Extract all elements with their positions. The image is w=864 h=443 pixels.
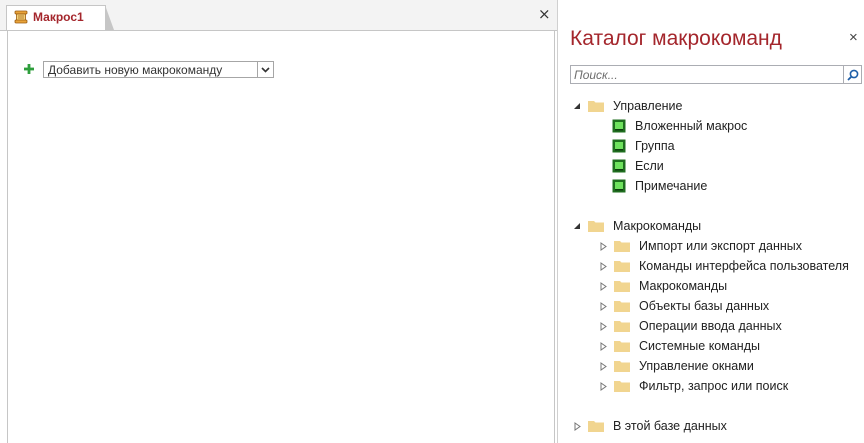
expanded-arrow-icon[interactable] — [570, 222, 584, 230]
folder-icon — [588, 221, 604, 232]
expanded-arrow-icon[interactable] — [570, 102, 584, 110]
close-catalog-icon[interactable]: × — [849, 29, 858, 46]
collapsed-arrow-icon[interactable] — [596, 321, 610, 331]
program-flow-icon — [612, 119, 626, 133]
group-label: Макрокоманды — [613, 219, 702, 233]
folder-label: Объекты базы данных — [639, 299, 770, 313]
document-tab-strip: Макрос1 × — [0, 0, 557, 31]
group-label: Управление — [613, 99, 683, 113]
folder-label: Операции ввода данных — [639, 319, 782, 333]
folder-label: Команды интерфейса пользователя — [639, 259, 849, 273]
tab-macro1[interactable]: Макрос1 — [6, 5, 114, 30]
folder-label: Макрокоманды — [639, 279, 728, 293]
macro-scroll-icon — [14, 10, 28, 24]
macro-design-surface — [7, 30, 555, 443]
tree-item-group[interactable]: Группа — [612, 136, 675, 156]
tree-folder-macro-commands[interactable]: Макрокоманды — [596, 276, 727, 296]
collapsed-arrow-icon[interactable] — [596, 241, 610, 251]
tree-folder-system-commands[interactable]: Системные команды — [596, 336, 760, 356]
tree-folder-import-export[interactable]: Импорт или экспорт данных — [596, 236, 802, 256]
tree-group-control[interactable]: Управление — [570, 96, 683, 116]
tree-item-comment[interactable]: Примечание — [612, 176, 707, 196]
tree-folder-ui-commands[interactable]: Команды интерфейса пользователя — [596, 256, 849, 276]
dropdown-button[interactable] — [257, 62, 273, 77]
folder-icon — [614, 321, 630, 332]
tree-folder-data-entry[interactable]: Операции ввода данных — [596, 316, 782, 336]
item-label: Группа — [635, 139, 675, 153]
folder-label: Фильтр, запрос или поиск — [639, 379, 789, 393]
collapsed-arrow-icon[interactable] — [570, 421, 584, 431]
collapsed-arrow-icon[interactable] — [596, 361, 610, 371]
add-new-action-text: Добавить новую макрокоманду — [48, 63, 223, 77]
collapsed-arrow-icon[interactable] — [596, 261, 610, 271]
folder-icon — [614, 361, 630, 372]
folder-icon — [614, 301, 630, 312]
tree-folder-window-management[interactable]: Управление окнами — [596, 356, 754, 376]
folder-label: Системные команды — [639, 339, 760, 353]
tree-folder-database-objects[interactable]: Объекты базы данных — [596, 296, 769, 316]
tree-item-submacro[interactable]: Вложенный макрос — [612, 116, 747, 136]
action-catalog-pane: Каталог макрокоманд × Поиск... Управлени… — [557, 0, 864, 443]
folder-label: Управление окнами — [639, 359, 754, 373]
program-flow-icon — [612, 159, 626, 173]
add-new-action-combobox[interactable]: Добавить новую макрокоманду — [43, 61, 274, 78]
collapsed-arrow-icon[interactable] — [596, 281, 610, 291]
catalog-title: Каталог макрокоманд — [570, 27, 782, 50]
tree-group-actions[interactable]: Макрокоманды — [570, 216, 701, 236]
folder-label: Импорт или экспорт данных — [639, 239, 803, 253]
chevron-down-icon — [261, 66, 270, 73]
search-button[interactable] — [843, 66, 861, 83]
search-icon — [846, 69, 858, 81]
item-label: Примечание — [635, 179, 708, 193]
macro-editor: Макрос1 × Добавить новую макрокоманду — [0, 0, 557, 443]
item-label: Если — [635, 159, 664, 173]
tree-folder-filter-query-search[interactable]: Фильтр, запрос или поиск — [596, 376, 788, 396]
program-flow-icon — [612, 179, 626, 193]
folder-icon — [614, 261, 630, 272]
folder-icon — [588, 101, 604, 112]
folder-icon — [614, 381, 630, 392]
folder-icon — [614, 341, 630, 352]
folder-icon — [588, 421, 604, 432]
catalog-search-input[interactable]: Поиск... — [570, 65, 862, 84]
group-label: В этой базе данных — [613, 419, 727, 433]
plus-icon — [24, 64, 34, 74]
collapsed-arrow-icon[interactable] — [596, 301, 610, 311]
collapsed-arrow-icon[interactable] — [596, 381, 610, 391]
folder-icon — [614, 241, 630, 252]
tree-group-in-this-database[interactable]: В этой базе данных — [570, 416, 727, 436]
search-placeholder: Поиск... — [574, 68, 618, 82]
collapsed-arrow-icon[interactable] — [596, 341, 610, 351]
tab-title: Макрос1 — [33, 10, 84, 24]
item-label: Вложенный макрос — [635, 119, 748, 133]
folder-icon — [614, 281, 630, 292]
close-tab-icon[interactable]: × — [538, 7, 551, 22]
program-flow-icon — [612, 139, 626, 153]
tree-item-if[interactable]: Если — [612, 156, 664, 176]
